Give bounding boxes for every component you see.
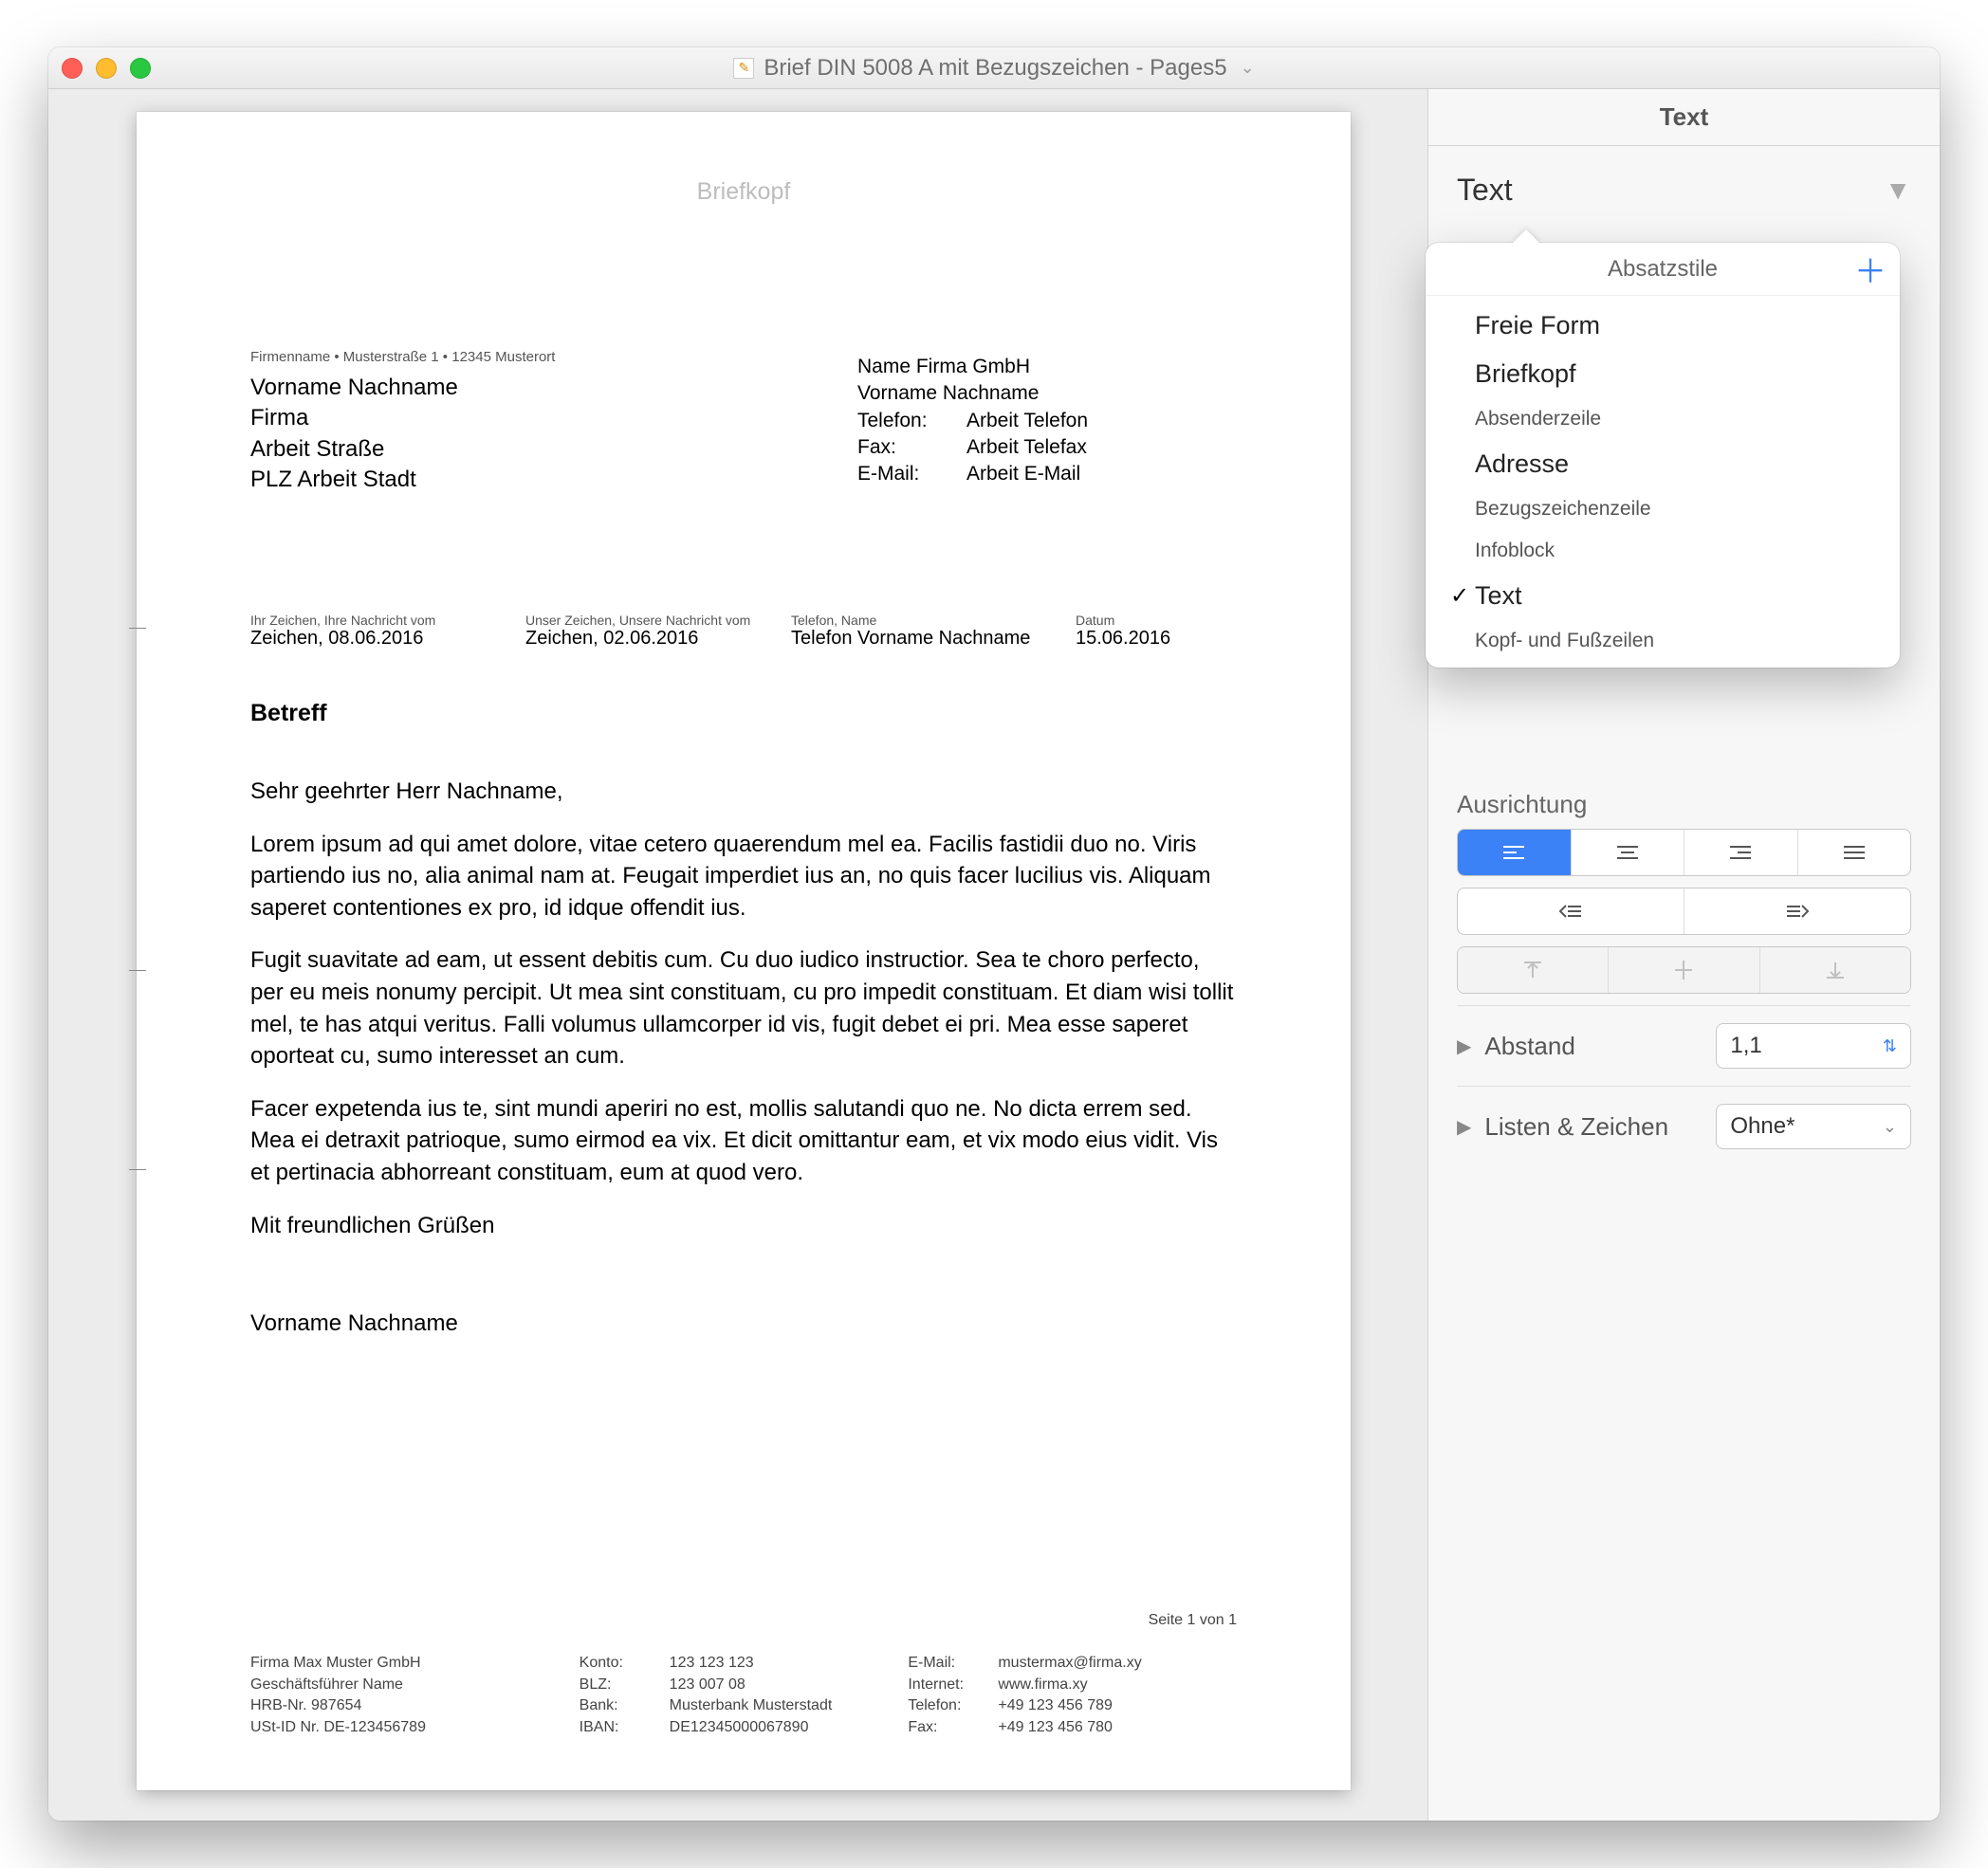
valign-middle-button <box>1609 947 1759 993</box>
valign-top-button <box>1458 947 1609 993</box>
style-item[interactable]: ✓Text <box>1426 572 1900 620</box>
style-item[interactable]: Briefkopf <box>1426 350 1900 398</box>
app-window: ✎ Brief DIN 5008 A mit Bezugszeichen - P… <box>48 47 1940 1821</box>
sender-line[interactable]: Firmenname • Musterstraße 1 • 12345 Must… <box>250 349 555 365</box>
align-right-button[interactable] <box>1684 830 1798 875</box>
indent-button[interactable] <box>1684 888 1910 934</box>
footer-col-contact: E-Mail:mustermax@firma.xy Internet:www.f… <box>908 1653 1237 1738</box>
style-item[interactable]: Infoblock <box>1426 530 1900 572</box>
style-item-label: Freie Form <box>1475 311 1600 340</box>
subject-line[interactable]: Betreff <box>250 700 327 727</box>
recipient-address[interactable]: Vorname Nachname Firma Arbeit Straße PLZ… <box>250 373 458 496</box>
body-text[interactable]: Sehr geehrter Herr Nachname, Lorem ipsum… <box>250 776 1237 1361</box>
signature[interactable]: Vorname Nachname <box>250 1308 1237 1340</box>
fold-mark <box>129 628 146 629</box>
style-item-label: Kopf- und Fußzeilen <box>1475 630 1654 652</box>
style-item-label: Adresse <box>1475 449 1569 479</box>
fold-mark <box>129 1169 146 1170</box>
style-item[interactable]: Kopf- und Fußzeilen <box>1426 620 1900 662</box>
lists-row[interactable]: ▶ Listen & Zeichen Ohne* ⌄ <box>1457 1086 1911 1166</box>
paragraph-style-selector[interactable]: Text ▼ <box>1457 173 1911 208</box>
style-item-label: Absenderzeile <box>1475 408 1601 430</box>
address-line[interactable]: Arbeit Straße <box>250 434 458 465</box>
paragraph[interactable]: Fugit suavitate ad eam, ut essent debiti… <box>250 944 1237 1071</box>
style-item-label: Text <box>1475 581 1522 611</box>
page[interactable]: Briefkopf Firmenname • Musterstraße 1 • … <box>137 112 1351 1790</box>
style-item-label: Bezugszeichenzeile <box>1475 498 1651 521</box>
footer-col-company: Firma Max Muster GmbH Geschäftsführer Na… <box>250 1653 580 1738</box>
fold-mark <box>129 970 146 971</box>
info-company[interactable]: Name Firma GmbH <box>857 354 1088 380</box>
style-list: Freie Form Briefkopf Absenderzeile Adresse B… <box>1426 296 1900 668</box>
address-line[interactable]: Firma <box>250 403 458 433</box>
style-item-label: Briefkopf <box>1475 359 1576 389</box>
style-item[interactable]: Bezugszeichenzeile <box>1426 488 1900 530</box>
popover-header: Absatzstile ＋ <box>1426 243 1900 296</box>
inspector-tab-text[interactable]: Text <box>1428 89 1940 146</box>
chevron-down-icon: ⌄ <box>1883 1117 1897 1137</box>
document-canvas[interactable]: Briefkopf Firmenname • Musterstraße 1 • … <box>48 89 1427 1821</box>
style-item[interactable]: Freie Form <box>1426 302 1900 350</box>
align-center-button[interactable] <box>1572 830 1685 875</box>
chevron-down-icon[interactable]: ⌄ <box>1241 58 1255 78</box>
outdent-button[interactable] <box>1458 888 1684 934</box>
info-block[interactable]: Name Firma GmbH Vorname Nachname Telefon… <box>857 354 1088 488</box>
footer-block[interactable]: Firma Max Muster GmbH Geschäftsführer Na… <box>250 1653 1237 1738</box>
window-title: ✎ Brief DIN 5008 A mit Bezugszeichen - P… <box>48 55 1940 82</box>
paragraph-styles-popover: Absatzstile ＋ Freie Form Briefkopf Absende… <box>1426 243 1900 668</box>
add-style-button[interactable]: ＋ <box>1854 246 1887 292</box>
salutation[interactable]: Sehr geehrter Herr Nachname, <box>250 776 1237 808</box>
info-person[interactable]: Vorname Nachname <box>857 380 1088 407</box>
titlebar: ✎ Brief DIN 5008 A mit Bezugszeichen - P… <box>48 47 1940 89</box>
indent-segment[interactable] <box>1457 888 1911 935</box>
window-title-text: Brief DIN 5008 A mit Bezugszeichen - Pag… <box>764 55 1226 82</box>
disclosure-triangle-icon[interactable]: ▶ <box>1457 1115 1471 1139</box>
footer-col-bank: Konto:123 123 123 BLZ:123 007 08 Bank:Mu… <box>580 1653 909 1738</box>
briefkopf-placeholder[interactable]: Briefkopf <box>137 178 1351 206</box>
style-item[interactable]: Absenderzeile <box>1426 398 1900 440</box>
spacing-row[interactable]: ▶ Abstand 1,1 ⇅ <box>1457 1005 1911 1086</box>
align-left-button[interactable] <box>1458 830 1572 875</box>
paragraph[interactable]: Facer expetenda ius te, sint mundi aperi… <box>250 1093 1237 1189</box>
line-spacing-select[interactable]: 1,1 ⇅ <box>1716 1023 1911 1069</box>
list-style-select[interactable]: Ohne* ⌄ <box>1716 1104 1911 1149</box>
disclosure-triangle-icon[interactable]: ▶ <box>1457 1035 1471 1058</box>
align-justify-button[interactable] <box>1798 830 1911 875</box>
paragraph[interactable]: Lorem ipsum ad qui amet dolore, vitae ce… <box>250 829 1237 925</box>
vertical-alignment-segment <box>1457 946 1911 994</box>
document-icon: ✎ <box>733 58 754 79</box>
stepper-icon: ⇅ <box>1883 1036 1897 1056</box>
style-item-label: Infoblock <box>1475 540 1555 562</box>
style-item[interactable]: Adresse <box>1426 440 1900 488</box>
checkmark-icon: ✓ <box>1450 582 1475 610</box>
alignment-label: Ausrichtung <box>1457 790 1911 819</box>
page-number: Seite 1 von 1 <box>1149 1612 1237 1629</box>
address-line[interactable]: Vorname Nachname <box>250 373 458 403</box>
chevron-down-icon: ▼ <box>1885 175 1911 206</box>
reference-row[interactable]: Ihr Zeichen, Ihre Nachricht vomZeichen, … <box>250 613 1294 650</box>
address-line[interactable]: PLZ Arbeit Stadt <box>250 465 458 495</box>
valign-bottom-button <box>1760 947 1910 993</box>
closing[interactable]: Mit freundlichen Grüßen <box>250 1210 1237 1242</box>
text-alignment-segment[interactable] <box>1457 829 1911 876</box>
